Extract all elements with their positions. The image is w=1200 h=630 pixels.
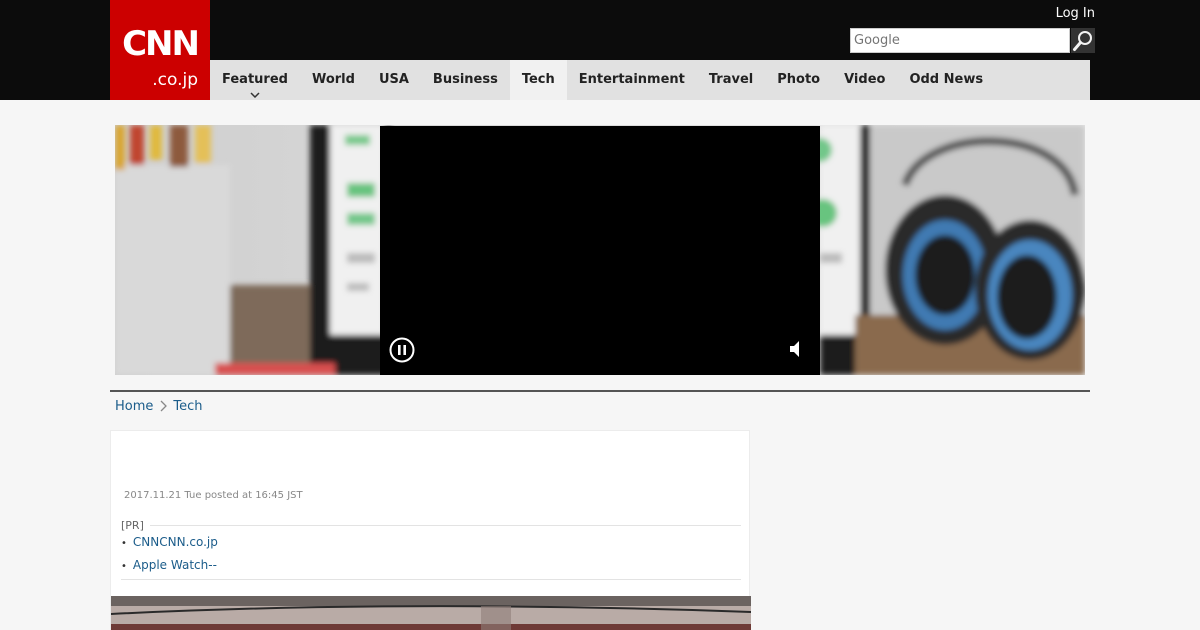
nav-item-entertainment[interactable]: Entertainment [567, 60, 697, 100]
nav-item-photo[interactable]: Photo [765, 60, 832, 100]
nav-item-video[interactable]: Video [832, 60, 897, 100]
nav-item-label: Featured [222, 72, 288, 87]
nav-item-label: Photo [777, 72, 821, 87]
nav-item-label: World [311, 72, 355, 87]
search-input[interactable] [850, 28, 1070, 53]
chevron-down-icon [250, 92, 260, 98]
nav-item-tech[interactable]: Tech [509, 60, 567, 100]
nav-item-world[interactable]: World [300, 60, 367, 100]
main-nav: Featured World USA Business Tech Enterta… [210, 60, 1090, 100]
nav-item-label: Tech [521, 72, 555, 87]
pause-button[interactable] [389, 337, 415, 363]
nav-item-label: Entertainment [578, 72, 685, 87]
breadcrumb-home[interactable]: Home [115, 399, 153, 414]
logo-text: CNN [122, 24, 200, 64]
nav-item-business[interactable]: Business [421, 60, 510, 100]
bullet-icon: • [121, 538, 127, 549]
login-link[interactable]: Log In [1056, 6, 1095, 22]
section-divider [110, 390, 1090, 392]
pr-list-item: • CNNCNN.co.jp [121, 534, 218, 550]
article-image [111, 596, 751, 630]
pr-link[interactable]: Apple Watch-- [133, 558, 217, 572]
nav-item-label: Business [432, 72, 498, 87]
breadcrumb-tech[interactable]: Tech [173, 399, 202, 414]
logo-subtext: .co.jp [152, 70, 198, 90]
pr-list-item: • Apple Watch-- [121, 557, 217, 573]
chevron-right-icon [160, 400, 168, 412]
mute-button[interactable] [788, 339, 806, 359]
search-icon [1073, 31, 1092, 51]
cnn-logo[interactable]: CNN .co.jp [110, 0, 210, 100]
speaker-icon [790, 341, 799, 357]
nav-item-usa[interactable]: USA [367, 60, 421, 100]
bullet-icon: • [121, 561, 127, 572]
breadcrumb: Home Tech [115, 397, 203, 415]
nav-item-odd-news[interactable]: Odd News [897, 60, 995, 100]
nav-item-label: USA [378, 72, 409, 87]
nav-item-label: Travel [708, 72, 754, 87]
pr-divider [121, 579, 741, 580]
pr-link[interactable]: CNNCNN.co.jp [133, 535, 218, 549]
article-timestamp: 2017.11.21 Tue posted at 16:45 JST [124, 490, 303, 501]
nav-item-label: Video [844, 72, 886, 87]
video-player[interactable] [380, 126, 820, 375]
pr-label: [PR] [121, 519, 150, 532]
nav-item-label: Odd News [909, 72, 984, 87]
article-card: 2017.11.21 Tue posted at 16:45 JST [PR] … [110, 430, 751, 630]
pause-icon [389, 337, 415, 363]
nav-item-travel[interactable]: Travel [697, 60, 765, 100]
search-button[interactable] [1071, 28, 1095, 53]
pr-header: [PR] [121, 519, 741, 533]
nav-item-featured[interactable]: Featured [210, 60, 300, 100]
pr-divider [121, 525, 741, 526]
